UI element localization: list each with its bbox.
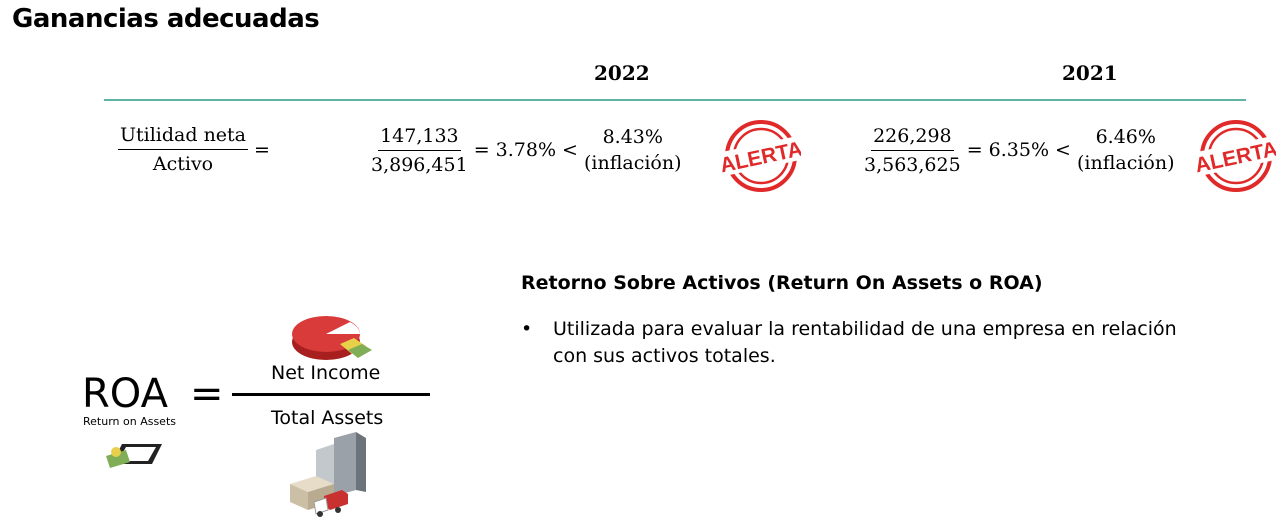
bullet-item: Utilizada para evaluar la rentabilidad d… bbox=[553, 318, 1177, 367]
calc-2021-denominator: 3,563,625 bbox=[864, 153, 961, 176]
calc-2021: 226,298 3,563,625 = 6.35% < 6.46% (infla… bbox=[864, 124, 1175, 176]
calc-2022-numerator: 147,133 bbox=[378, 125, 461, 151]
calc-2022-result: = 3.78% < bbox=[473, 139, 578, 161]
alert-stamp-text: ALERTA bbox=[1196, 138, 1276, 178]
bullet-marker: • bbox=[521, 318, 533, 340]
pie-chart-icon bbox=[292, 316, 372, 360]
formula-equals: = bbox=[254, 138, 270, 161]
calc-2021-result: = 6.35% < bbox=[966, 139, 1071, 161]
formula-fraction: Utilidad neta Activo bbox=[118, 124, 249, 175]
roa-numerator: Net Income bbox=[271, 362, 381, 384]
formula-definition: Utilidad neta Activo = bbox=[118, 124, 276, 175]
roa-fraction-bar bbox=[232, 393, 430, 396]
roa-subtitle: Return on Assets bbox=[83, 415, 176, 428]
inflation-2021-value: 6.46% bbox=[1095, 126, 1156, 148]
calc-2022-denominator: 3,896,451 bbox=[371, 153, 468, 176]
alert-stamp-icon: ALERTA bbox=[721, 120, 801, 192]
roa-equals: = bbox=[190, 371, 224, 417]
section-heading: Retorno Sobre Activos (Return On Assets … bbox=[521, 272, 1043, 294]
formula-denominator: Activo bbox=[152, 153, 214, 175]
calc-2021-inflation: 6.46% (inflación) bbox=[1077, 124, 1175, 176]
year-2022-header: 2022 bbox=[594, 61, 650, 85]
page-title: Ganancias adecuadas bbox=[12, 4, 320, 34]
header-divider bbox=[104, 99, 1246, 101]
calc-2022-fraction: 147,133 3,896,451 bbox=[371, 125, 468, 176]
buildings-icon bbox=[290, 432, 366, 517]
year-2021-header: 2021 bbox=[1062, 61, 1118, 85]
alert-stamp-icon: ALERTA bbox=[1196, 120, 1276, 192]
formula-numerator: Utilidad neta bbox=[118, 124, 249, 150]
inflation-2022-value: 8.43% bbox=[602, 126, 663, 148]
roa-denominator: Total Assets bbox=[271, 407, 384, 429]
calc-2022-inflation: 8.43% (inflación) bbox=[584, 124, 682, 176]
calc-2022: 147,133 3,896,451 = 3.78% < 8.43% (infla… bbox=[371, 124, 682, 176]
roa-symbol: ROA bbox=[82, 371, 168, 417]
calc-2021-numerator: 226,298 bbox=[871, 125, 954, 151]
inflation-2021-label: (inflación) bbox=[1076, 152, 1175, 174]
alert-stamp-text: ALERTA bbox=[721, 138, 801, 178]
inflation-2022-label: (inflación) bbox=[583, 152, 682, 174]
money-icon bbox=[106, 444, 162, 468]
calc-2021-fraction: 226,298 3,563,625 bbox=[864, 125, 961, 176]
